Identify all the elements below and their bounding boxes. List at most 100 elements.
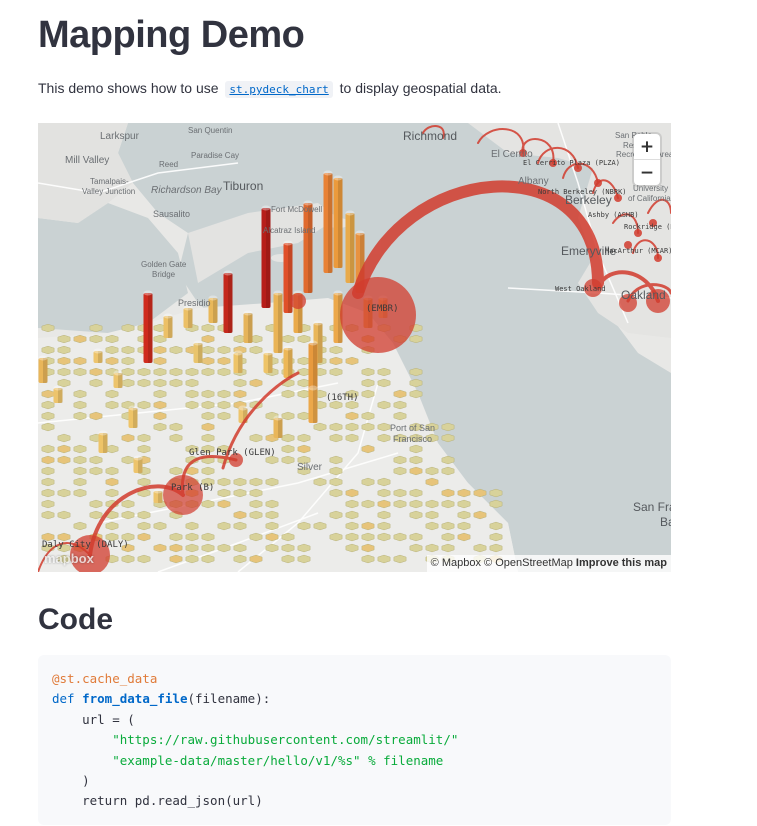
- label-north-berkeley: North Berkeley (NBRK): [538, 188, 627, 196]
- hexagon-tile: [409, 334, 423, 344]
- hexagon-tile: [201, 433, 215, 443]
- code-content: @st.cache_data def from_data_file(filena…: [38, 655, 671, 826]
- hexagon-tile: [345, 521, 359, 531]
- hexagon-tile: [425, 543, 439, 553]
- hexagon-tile: [473, 488, 487, 498]
- zoom-in-button[interactable]: +: [634, 134, 660, 159]
- hexagon-tile: [185, 367, 199, 377]
- hexagon-tile: [409, 389, 423, 399]
- hexagon-tile: [233, 378, 247, 388]
- label-rockridge: Rockridge (ROCK): [624, 223, 671, 231]
- hexagon-tile: [41, 323, 55, 333]
- hexagon-tile: [169, 543, 183, 553]
- label-silver: Silver: [297, 462, 323, 473]
- hexagon-tile: [233, 389, 247, 399]
- hexagon-tile: [409, 378, 423, 388]
- label-sixteenth: (16TH): [326, 393, 359, 403]
- hexagon-tile: [57, 444, 71, 454]
- data-column: [303, 200, 313, 293]
- hexagon-tile: [57, 488, 71, 498]
- hexagon-tile: [121, 378, 135, 388]
- hexagon-tile: [89, 323, 103, 333]
- hexagon-tile: [105, 444, 119, 454]
- hexagon-tile: [137, 532, 151, 542]
- hexagon-tile: [249, 378, 263, 388]
- pydeck-chart-link[interactable]: st.pydeck_chart: [225, 81, 333, 98]
- hexagon-tile: [73, 367, 87, 377]
- hexagon-tile: [201, 356, 215, 366]
- mapbox-logo[interactable]: mapbox: [44, 551, 94, 566]
- hexagon-tile: [105, 389, 119, 399]
- hexagon-tile: [361, 477, 375, 487]
- hexagon-tile: [345, 510, 359, 520]
- hexagon-tile: [441, 532, 455, 542]
- zoom-out-button[interactable]: −: [634, 159, 660, 185]
- label-san-fra-1: San Fra: [633, 500, 671, 514]
- label-golden-gate: Golden Gate: [141, 260, 187, 269]
- hexagon-tile: [329, 356, 343, 366]
- hexagon-tile: [217, 356, 231, 366]
- hexagon-tile: [281, 532, 295, 542]
- hexagon-tile: [41, 499, 55, 509]
- hexagon-tile: [489, 532, 503, 542]
- hexagon-tile: [153, 521, 167, 531]
- label-macarthur: MacArthur (MCAR): [605, 247, 671, 255]
- hexagon-tile: [361, 499, 375, 509]
- hexagon-tile: [281, 389, 295, 399]
- hexagon-tile: [41, 400, 55, 410]
- improve-map-link[interactable]: Improve this map: [576, 557, 667, 569]
- hexagon-tile: [185, 532, 199, 542]
- hexagon-tile: [89, 455, 103, 465]
- hexagon-tile: [57, 455, 71, 465]
- hexagon-tile: [345, 433, 359, 443]
- hexagon-tile: [137, 477, 151, 487]
- hexagon-tile: [249, 554, 263, 564]
- hexagon-tile: [249, 433, 263, 443]
- hexagon-tile: [169, 422, 183, 432]
- hexagon-tile: [377, 477, 391, 487]
- hexagon-tile: [73, 389, 87, 399]
- data-column: [261, 205, 271, 308]
- hexagon-tile: [377, 378, 391, 388]
- code-function-name: from_data_file: [82, 691, 188, 707]
- hexagon-tile: [377, 367, 391, 377]
- hexagon-tile: [217, 345, 231, 355]
- data-column: [113, 370, 123, 388]
- code-line-5: "example-data/master/hello/v1/%s" % file…: [52, 752, 444, 768]
- hexagon-tile: [201, 400, 215, 410]
- label-west-oakland: West Oakland: [555, 285, 606, 293]
- attribution-mapbox[interactable]: © Mapbox: [431, 557, 481, 569]
- hexagon-tile: [233, 477, 247, 487]
- hexagon-tile: [57, 367, 71, 377]
- hexagon-tile: [105, 477, 119, 487]
- hexagon-tile: [233, 510, 247, 520]
- hexagon-tile: [217, 488, 231, 498]
- hexagon-tile: [153, 400, 167, 410]
- hexagon-tile: [409, 367, 423, 377]
- hexagon-tile: [457, 488, 471, 498]
- hexagon-tile: [281, 554, 295, 564]
- hexagon-tile: [265, 477, 279, 487]
- map-attribution: © Mapbox © OpenStreetMap Improve this ma…: [426, 555, 671, 572]
- hexagon-tile: [377, 422, 391, 432]
- hexagon-tile: [201, 334, 215, 344]
- intro-text: This demo shows how to use st.pydeck_cha…: [38, 80, 502, 98]
- page-title: Mapping Demo: [38, 14, 305, 56]
- hexagon-tile: [201, 499, 215, 509]
- hexagon-tile: [297, 411, 311, 421]
- hexagon-tile: [169, 532, 183, 542]
- pydeck-map[interactable]: Larkspur San Quentin Mill Valley Paradis…: [38, 123, 671, 572]
- hexagon-tile: [345, 532, 359, 542]
- hexagon-tile: [361, 389, 375, 399]
- hexagon-tile: [393, 499, 407, 509]
- hexagon-tile: [89, 378, 103, 388]
- hexagon-tile: [329, 477, 343, 487]
- hexagon-tile: [377, 400, 391, 410]
- hexagon-tile: [409, 543, 423, 553]
- hexagon-tile: [361, 444, 375, 454]
- hexagon-tile: [201, 367, 215, 377]
- hexagon-tile: [361, 411, 375, 421]
- data-column: [263, 350, 273, 373]
- hexagon-tile: [169, 345, 183, 355]
- attribution-osm[interactable]: © OpenStreetMap: [484, 557, 573, 569]
